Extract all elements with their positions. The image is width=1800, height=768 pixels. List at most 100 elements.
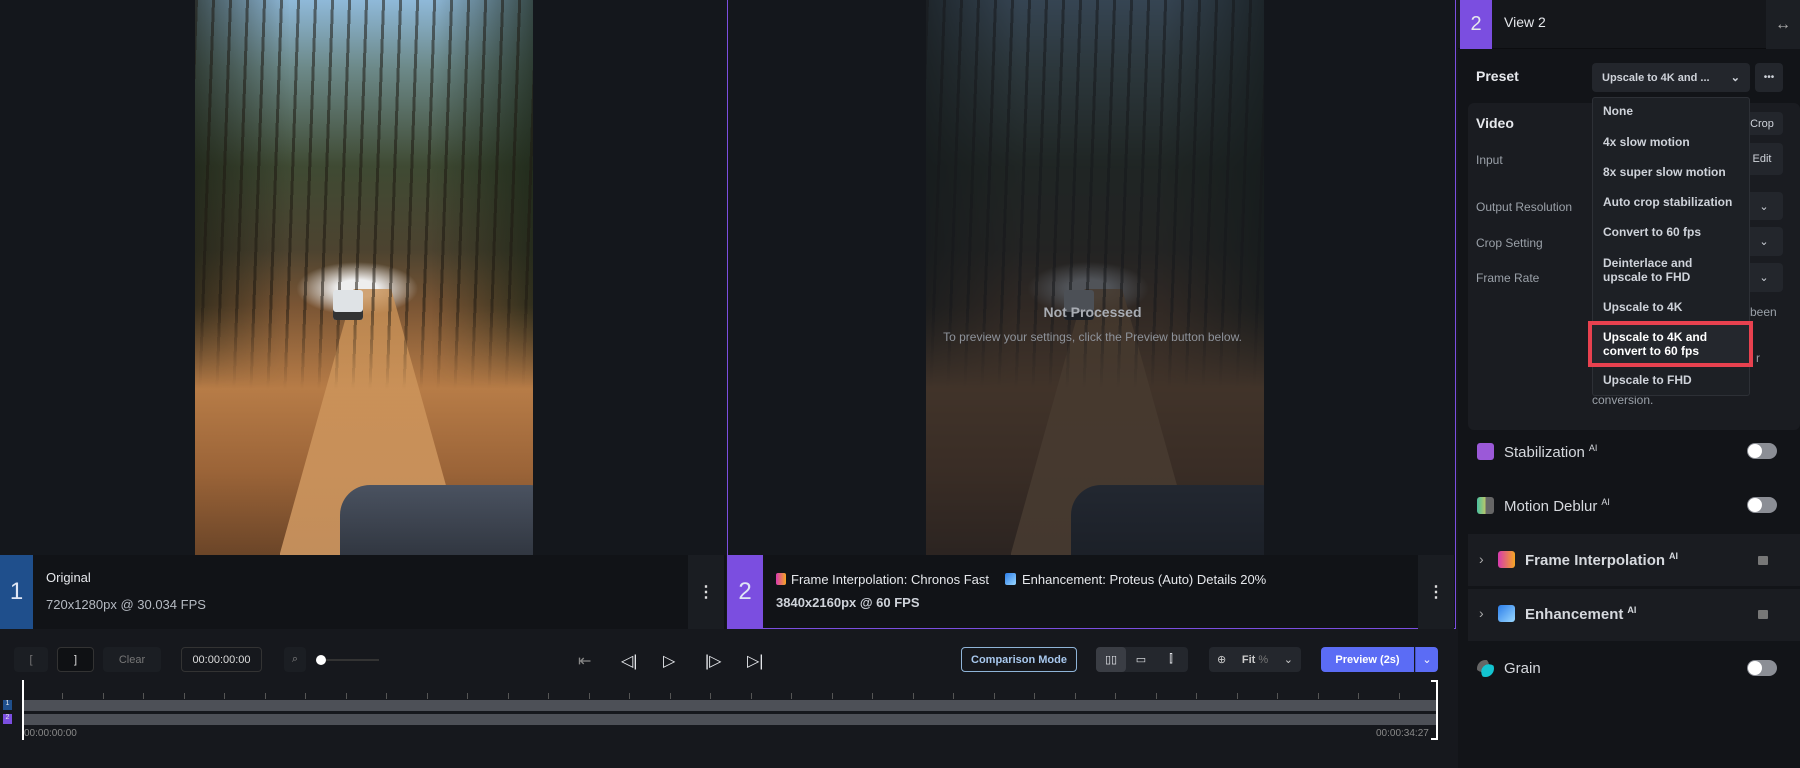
single-view-button[interactable]: ▭ xyxy=(1126,653,1156,666)
preview-options-button[interactable]: ⌄ xyxy=(1415,647,1438,672)
ruler-tick xyxy=(345,693,347,699)
ruler-tick xyxy=(224,693,225,699)
not-processed-title: Not Processed xyxy=(1043,304,1142,320)
side-by-side-view-button[interactable]: ▯▯ xyxy=(1096,647,1126,672)
ruler-tick xyxy=(426,693,428,699)
zoom-unit: % xyxy=(1258,653,1269,666)
crop-setting-label: Crop Setting xyxy=(1476,236,1543,250)
timeline-track-1[interactable] xyxy=(22,700,1438,711)
timeline-zoom-slider[interactable] xyxy=(316,655,379,665)
preset-option-upscale-4k[interactable]: Upscale to 4K xyxy=(1603,300,1682,314)
timecode-input[interactable]: 00:00:00:00 xyxy=(181,647,262,672)
view-2-label-bar: 2 Frame Interpolation: Chronos Fast Enha… xyxy=(727,555,1456,629)
next-frame-button[interactable]: |▷ xyxy=(705,651,721,671)
view-1-more-button[interactable]: ⋮ xyxy=(688,555,724,629)
frame-rate-note-2: r xyxy=(1756,351,1760,365)
zoom-fit-dropdown[interactable]: ⊕ Fit % ⌄ xyxy=(1209,647,1301,672)
crop-setting-select[interactable]: ⌄ xyxy=(1745,227,1783,256)
preset-option-deinterlace-fhd[interactable]: Deinterlace and upscale to FHD xyxy=(1603,256,1713,284)
view-1-pane[interactable] xyxy=(0,0,726,629)
feature-frame-interpolation[interactable]: Frame Interpolation AI xyxy=(1525,551,1678,569)
chevron-right-icon: › xyxy=(1479,605,1484,621)
frame-rate-select[interactable]: ⌄ xyxy=(1745,263,1783,292)
frame-rate-note-1: been xyxy=(1750,305,1777,319)
panel-view-title: View 2 xyxy=(1504,14,1546,30)
mark-out-button[interactable]: ] xyxy=(57,647,94,672)
play-button[interactable]: ▷ xyxy=(663,651,675,671)
grain-icon xyxy=(1477,660,1494,677)
panel-view-number: 2 xyxy=(1460,0,1492,49)
stabilization-icon xyxy=(1477,443,1494,460)
ruler-tick xyxy=(831,693,833,699)
ruler-tick xyxy=(710,693,711,699)
original-video-frame xyxy=(195,0,533,555)
feature-enhancement[interactable]: Enhancement AI xyxy=(1525,605,1636,623)
preset-more-button[interactable]: ••• xyxy=(1755,63,1783,92)
ruler-tick xyxy=(1034,693,1035,699)
ruler-tick xyxy=(993,693,995,699)
split-view-button[interactable]: ⫿ xyxy=(1156,653,1186,666)
previous-frame-button[interactable]: ◁| xyxy=(621,651,637,671)
timeline-track-2[interactable] xyxy=(22,714,1438,725)
ruler-tick xyxy=(1277,693,1278,699)
swap-view-button[interactable]: ↔ xyxy=(1766,0,1800,49)
preset-option-auto-crop-stabilization[interactable]: Auto crop stabilization xyxy=(1603,195,1732,209)
track-2-label: 2 xyxy=(3,714,12,724)
ruler-tick xyxy=(305,693,306,699)
timeline-zoom-icon[interactable]: ⌕ xyxy=(284,647,306,672)
ruler-tick xyxy=(1236,693,1238,699)
view-1-info: 720x1280px @ 30.034 FPS xyxy=(46,597,206,612)
ruler-tick xyxy=(467,693,468,699)
view-1-title: Original xyxy=(46,570,91,585)
preset-dropdown[interactable]: Upscale to 4K and ... ⌄ xyxy=(1592,63,1750,92)
stabilization-toggle[interactable] xyxy=(1747,443,1777,459)
frame-rate-label: Frame Rate xyxy=(1476,271,1540,285)
ruler-tick xyxy=(1155,693,1157,699)
preset-label: Preset xyxy=(1476,68,1519,84)
motion-deblur-toggle[interactable] xyxy=(1747,497,1777,513)
ruler-tick xyxy=(1196,693,1197,699)
ruler-tick xyxy=(102,693,104,699)
feature-motion-deblur: Motion Deblur AI xyxy=(1504,497,1610,515)
zoom-in-icon: ⊕ xyxy=(1217,654,1227,666)
view-2-number: 2 xyxy=(727,555,763,629)
feature-grain: Grain xyxy=(1504,660,1541,677)
input-label: Input xyxy=(1476,153,1503,167)
preset-option-upscale-fhd[interactable]: Upscale to FHD xyxy=(1603,373,1692,387)
lock-icon xyxy=(1758,610,1768,619)
chevron-down-icon: ⌄ xyxy=(1283,654,1293,666)
ruler-tick xyxy=(1074,693,1076,699)
ruler-tick xyxy=(669,693,671,699)
comparison-mode-button[interactable]: Comparison Mode xyxy=(961,647,1077,672)
preset-option-none[interactable]: None xyxy=(1603,104,1633,118)
ruler-tick xyxy=(1358,693,1359,699)
ruler-tick xyxy=(791,693,792,699)
grain-toggle[interactable] xyxy=(1747,660,1777,676)
out-point-bracket[interactable] xyxy=(1431,680,1438,740)
go-to-end-button[interactable]: ▷| xyxy=(747,651,763,671)
view-2-more-button[interactable]: ⋮ xyxy=(1418,555,1454,629)
preset-option-convert-60fps[interactable]: Convert to 60 fps xyxy=(1603,225,1701,239)
preset-option-4x-slow-motion[interactable]: 4x slow motion xyxy=(1603,135,1690,149)
ruler-tick xyxy=(264,693,266,699)
clear-button[interactable]: Clear xyxy=(103,647,161,672)
preset-option-8x-super-slow-motion[interactable]: 8x super slow motion xyxy=(1603,165,1726,179)
go-to-start-button[interactable]: ⇤ xyxy=(578,651,591,671)
view-1-number: 1 xyxy=(0,555,33,629)
timeline-start-time: 00:00:00:00 xyxy=(24,728,77,739)
ruler-tick xyxy=(953,693,954,699)
mark-in-button[interactable]: [ xyxy=(14,647,48,672)
swap-arrows-icon: ↔ xyxy=(1775,15,1791,33)
output-resolution-select[interactable]: ⌄ xyxy=(1745,192,1783,220)
preset-dropdown-value: Upscale to 4K and ... xyxy=(1602,71,1710,84)
view-2-filter-enhancement: Enhancement: Proteus (Auto) Details 20% xyxy=(1022,572,1267,587)
ruler-tick xyxy=(872,693,873,699)
lock-icon xyxy=(1758,556,1768,565)
ruler-tick xyxy=(1398,693,1400,699)
view-2-pane[interactable]: Not Processed To preview your settings, … xyxy=(727,0,1456,629)
preview-button[interactable]: Preview (2s) xyxy=(1321,647,1414,672)
zoom-value: Fit xyxy=(1241,653,1256,666)
view-1-label-bar: 1 Original 720x1280px @ 30.034 FPS ⋮ xyxy=(0,555,726,629)
slider-handle[interactable] xyxy=(316,655,326,665)
preset-option-upscale-4k-60fps[interactable]: Upscale to 4K and convert to 60 fps xyxy=(1603,330,1723,358)
